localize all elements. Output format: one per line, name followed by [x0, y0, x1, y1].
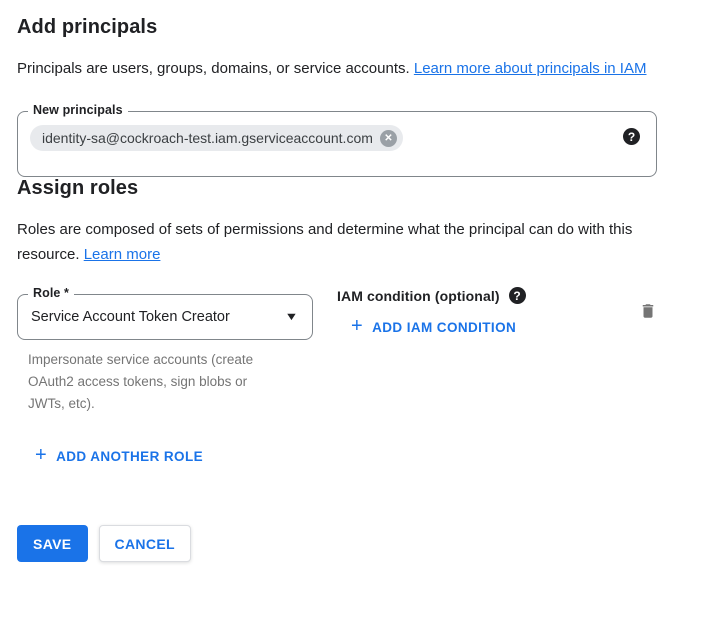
- iam-condition-label: IAM condition (optional): [337, 288, 500, 304]
- role-row: Role * Service Account Token Creator ▼ I…: [17, 286, 696, 415]
- add-iam-condition-button[interactable]: + ADD IAM CONDITION: [351, 317, 516, 337]
- delete-role-button[interactable]: [639, 301, 657, 324]
- page-title: Add principals: [17, 16, 696, 39]
- cancel-button[interactable]: CANCEL: [99, 525, 191, 562]
- new-principals-field[interactable]: New principals identity-sa@cockroach-tes…: [17, 111, 657, 177]
- chip-remove-icon[interactable]: ✕: [380, 130, 397, 147]
- principals-description: Principals are users, groups, domains, o…: [17, 56, 681, 81]
- add-another-role-label: ADD ANOTHER ROLE: [56, 449, 203, 464]
- principal-chip-text: identity-sa@cockroach-test.iam.gservicea…: [42, 130, 373, 146]
- new-principals-label: New principals: [28, 103, 128, 117]
- principals-help-icon[interactable]: ?: [623, 128, 640, 145]
- add-another-role-button[interactable]: + ADD ANOTHER ROLE: [35, 446, 203, 466]
- role-select-value: Service Account Token Creator: [31, 309, 230, 325]
- principal-chip: identity-sa@cockroach-test.iam.gservicea…: [30, 125, 403, 151]
- add-principals-panel: Add principals Principals are users, gro…: [0, 0, 713, 562]
- plus-icon: +: [351, 316, 363, 336]
- plus-icon: +: [35, 445, 47, 465]
- role-select-label: Role *: [28, 286, 74, 300]
- save-button[interactable]: SAVE: [17, 525, 88, 562]
- role-select[interactable]: Role * Service Account Token Creator ▼: [17, 294, 313, 340]
- assign-roles-title: Assign roles: [17, 177, 696, 200]
- learn-more-principals-link[interactable]: Learn more about principals in IAM: [414, 60, 647, 77]
- dialog-actions: SAVE CANCEL: [17, 525, 696, 562]
- iam-condition-header: IAM condition (optional) ?: [337, 287, 526, 304]
- role-column: Role * Service Account Token Creator ▼ I…: [17, 286, 313, 415]
- principals-description-text: Principals are users, groups, domains, o…: [17, 60, 410, 77]
- chevron-down-icon: ▼: [284, 311, 298, 323]
- learn-more-roles-link[interactable]: Learn more: [84, 246, 161, 263]
- delete-icon: [639, 301, 657, 321]
- role-helper-text: Impersonate service accounts (create OAu…: [28, 349, 284, 415]
- iam-condition-help-icon[interactable]: ?: [509, 287, 526, 304]
- iam-condition-column: IAM condition (optional) ? + ADD IAM CON…: [337, 286, 526, 338]
- roles-description: Roles are composed of sets of permission…: [17, 217, 681, 267]
- add-iam-condition-label: ADD IAM CONDITION: [372, 320, 516, 335]
- delete-role-column: [639, 286, 657, 326]
